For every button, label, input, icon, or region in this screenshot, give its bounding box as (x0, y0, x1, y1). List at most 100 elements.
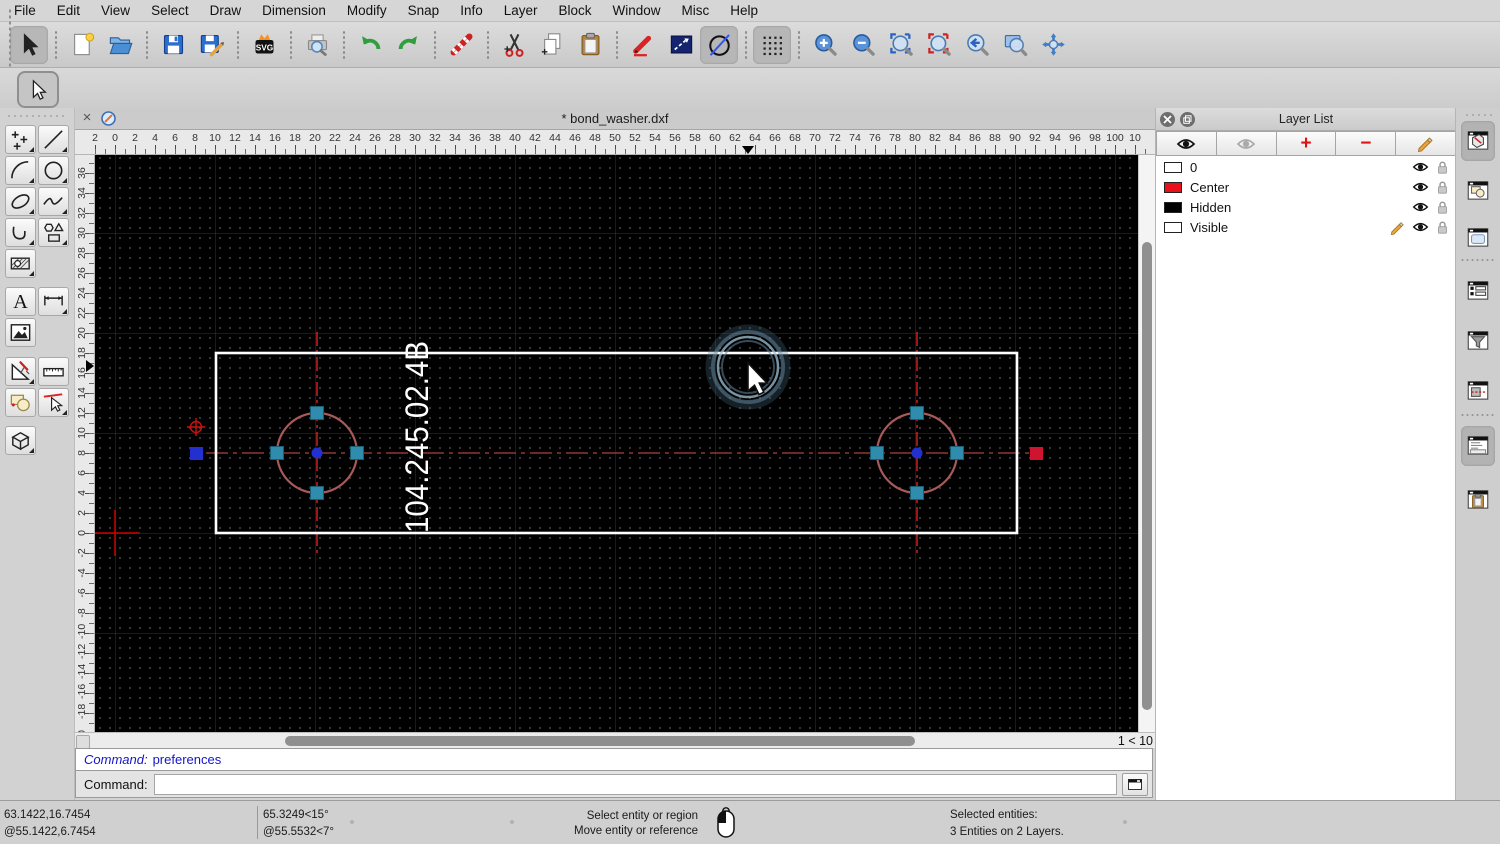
select-entity-tool-button[interactable] (38, 388, 69, 417)
draw-polygon-tool-button[interactable] (38, 218, 69, 247)
export-svg-button[interactable]: SVG (245, 26, 283, 64)
layer-lock-icon[interactable] (1436, 180, 1449, 195)
layer-row-0[interactable]: 0 (1156, 157, 1456, 177)
menu-item-block[interactable]: Block (559, 3, 592, 18)
scrollbar-corner-button[interactable] (76, 735, 90, 749)
vertical-scrollbar[interactable] (1138, 155, 1155, 732)
paste-button[interactable] (571, 26, 609, 64)
edit-layer-button[interactable] (1396, 131, 1456, 156)
secondary-toolbar (0, 8, 1500, 109)
selection-filter-widget-button[interactable] (1461, 321, 1495, 361)
zoom-in-button[interactable] (806, 26, 844, 64)
endpoint-handle-red[interactable] (1030, 447, 1043, 460)
menu-item-select[interactable]: Select (151, 3, 189, 18)
draw-spline-tool-button[interactable] (38, 187, 69, 216)
command-line-widget-button[interactable] (1461, 426, 1495, 466)
redo-button[interactable] (389, 26, 427, 64)
library-browser-widget-button[interactable] (1461, 218, 1495, 258)
palette-handle[interactable] (6, 114, 68, 118)
add-layer-button[interactable]: + (1276, 131, 1337, 156)
horizontal-scrollbar[interactable]: 1 < 10 (75, 732, 1155, 749)
layer-row-visible[interactable]: Visible (1156, 217, 1456, 237)
layer-visible-icon[interactable] (1412, 161, 1429, 173)
horizontal-scrollbar-thumb[interactable] (285, 736, 915, 746)
modify-tools-tool-button[interactable] (5, 357, 36, 386)
menu-item-help[interactable]: Help (730, 3, 758, 18)
entity-list-widget-button[interactable] (1461, 271, 1495, 311)
layer-lock-icon[interactable] (1436, 200, 1449, 215)
zoom-previous-button[interactable] (958, 26, 996, 64)
ruler-label-y: 22 (76, 307, 88, 319)
menu-item-file[interactable]: File (14, 3, 36, 18)
zoom-auto-button[interactable] (882, 26, 920, 64)
vertical-scrollbar-thumb[interactable] (1142, 242, 1152, 710)
block-list-widget-button[interactable] (1461, 171, 1495, 211)
command-dock-button[interactable] (1122, 772, 1148, 796)
menu-item-view[interactable]: View (101, 3, 130, 18)
layer-row-center[interactable]: Center (1156, 177, 1456, 197)
view-widget-button[interactable] (1461, 371, 1495, 411)
dimension-tool-button[interactable] (38, 287, 69, 316)
draw-line-tool-button[interactable] (38, 125, 69, 154)
draw-circle-tool-button[interactable] (38, 156, 69, 185)
menu-item-info[interactable]: Info (460, 3, 483, 18)
grid-toggle-button[interactable] (753, 25, 791, 64)
open-file-button[interactable] (101, 26, 139, 64)
menu-item-draw[interactable]: Draw (210, 3, 242, 18)
layer-lock-icon[interactable] (1436, 220, 1449, 235)
draw-arc-tool-button[interactable] (5, 156, 36, 185)
layer-visible-icon[interactable] (1412, 181, 1429, 193)
washer-outline-rect[interactable] (214, 351, 1019, 535)
menu-item-dimension[interactable]: Dimension (262, 3, 326, 18)
clipboard-widget-button[interactable] (1461, 480, 1495, 520)
zoom-redraw-button[interactable] (920, 26, 958, 64)
layer-list-widget-button[interactable] (1461, 121, 1495, 161)
endpoint-handle-blue[interactable] (190, 447, 203, 460)
command-input[interactable] (153, 773, 1117, 795)
show-all-layers-button[interactable] (1156, 131, 1217, 156)
insert-image-tool-button[interactable] (5, 318, 36, 347)
new-file-button[interactable] (63, 26, 101, 64)
layer-name: Center (1190, 179, 1230, 195)
remove-layer-button[interactable]: − (1336, 131, 1397, 156)
menu-item-modify[interactable]: Modify (347, 3, 387, 18)
draw-hatch-tool-button[interactable] (5, 249, 36, 278)
entity-order-button[interactable] (662, 26, 700, 64)
draw-point-tool-button[interactable] (5, 125, 36, 154)
block-tools-tool-button[interactable] (5, 388, 36, 417)
save-as-button[interactable] (192, 26, 230, 64)
draw-polyline-tool-button[interactable] (5, 218, 36, 247)
circle-tool-button[interactable] (700, 25, 738, 64)
menu-item-edit[interactable]: Edit (57, 3, 80, 18)
draw-text-tool-button[interactable]: A (5, 287, 36, 316)
layer-lock-icon[interactable] (1436, 160, 1449, 175)
draw-ellipse-tool-button[interactable] (5, 187, 36, 216)
drawing-canvas[interactable]: 104.245.02.4B (95, 155, 1138, 732)
measure-tool-button[interactable] (38, 357, 69, 386)
menu-item-window[interactable]: Window (613, 3, 661, 18)
save-button[interactable] (154, 26, 192, 64)
menu-item-snap[interactable]: Snap (408, 3, 440, 18)
solid-3d-tool-button[interactable] (5, 426, 36, 455)
center-point-right[interactable] (911, 447, 923, 459)
pen-attributes-button[interactable] (624, 26, 662, 64)
copy-button[interactable] (533, 26, 571, 64)
menu-item-layer[interactable]: Layer (504, 3, 538, 18)
zoom-pan-button[interactable] (1034, 26, 1072, 64)
zoom-out-button[interactable] (844, 26, 882, 64)
layer-visible-icon[interactable] (1412, 221, 1429, 233)
undo-button[interactable] (351, 26, 389, 64)
part-number-text[interactable]: 104.245.02.4B (399, 341, 435, 533)
select-pointer-button[interactable] (10, 25, 48, 64)
pointer-tool-button[interactable] (17, 71, 59, 108)
center-point-left[interactable] (311, 447, 323, 459)
print-preview-button[interactable] (298, 26, 336, 64)
cut-button[interactable] (495, 26, 533, 64)
delete-entities-button[interactable] (442, 26, 480, 64)
layer-row-hidden[interactable]: Hidden (1156, 197, 1456, 217)
ruler-label-x: 4 (152, 132, 158, 144)
layer-visible-icon[interactable] (1412, 201, 1429, 213)
zoom-window-button[interactable] (996, 26, 1034, 64)
menu-item-misc[interactable]: Misc (682, 3, 710, 18)
hide-all-layers-button[interactable] (1216, 131, 1277, 156)
